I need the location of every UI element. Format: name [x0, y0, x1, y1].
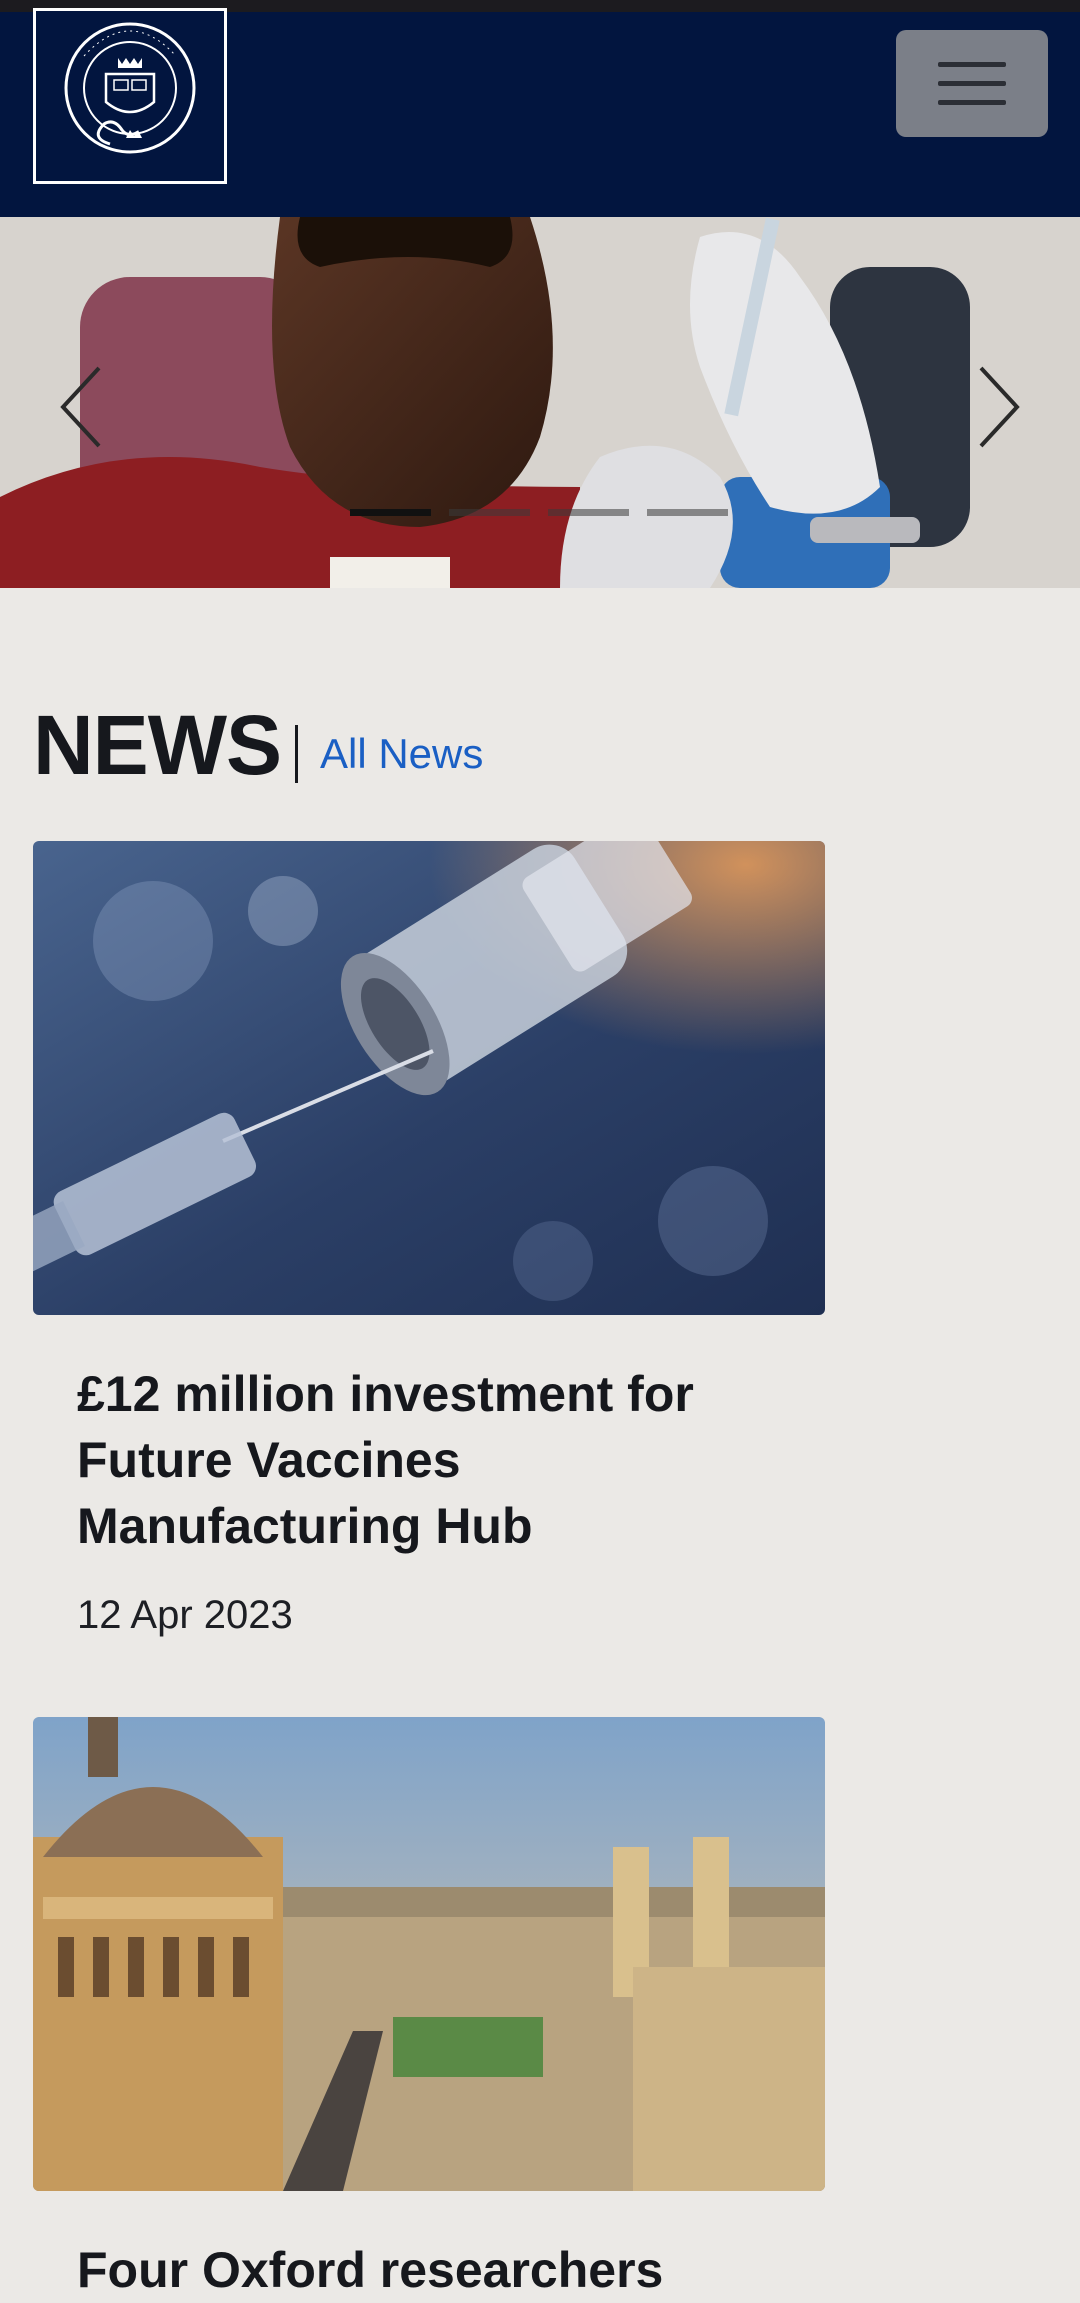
carousel-prev-button[interactable] [45, 357, 115, 457]
all-news-link[interactable]: All News [320, 730, 483, 778]
carousel-indicator-3[interactable] [548, 509, 629, 516]
news-card-image [33, 841, 825, 1315]
news-card[interactable]: £12 million investment for Future Vaccin… [33, 841, 825, 1638]
oxford-logo[interactable] [33, 8, 227, 184]
chevron-left-icon [60, 366, 101, 448]
carousel-indicators [350, 509, 728, 516]
heading-divider [295, 725, 298, 783]
site-header [0, 8, 1080, 217]
news-card-title[interactable]: £12 million investment for Future Vaccin… [33, 1361, 825, 1559]
news-section-header: NEWS All News [33, 698, 483, 792]
hamburger-icon [938, 62, 1006, 67]
chevron-right-icon [979, 366, 1020, 448]
carousel-indicator-2[interactable] [449, 509, 530, 516]
news-heading: NEWS [33, 697, 282, 792]
news-card-image [33, 1717, 825, 2191]
news-card[interactable]: Four Oxford researchers [33, 1717, 825, 2303]
carousel-next-button[interactable] [965, 357, 1035, 457]
news-card-title[interactable]: Four Oxford researchers [33, 2237, 825, 2303]
hero-carousel[interactable] [0, 217, 1080, 588]
menu-button[interactable] [896, 30, 1048, 137]
carousel-indicator-1[interactable] [350, 509, 431, 516]
carousel-indicator-4[interactable] [647, 509, 728, 516]
oxford-crest-icon [64, 22, 196, 154]
hero-image [0, 217, 1080, 588]
news-card-date: 12 Apr 2023 [77, 1593, 293, 1637]
